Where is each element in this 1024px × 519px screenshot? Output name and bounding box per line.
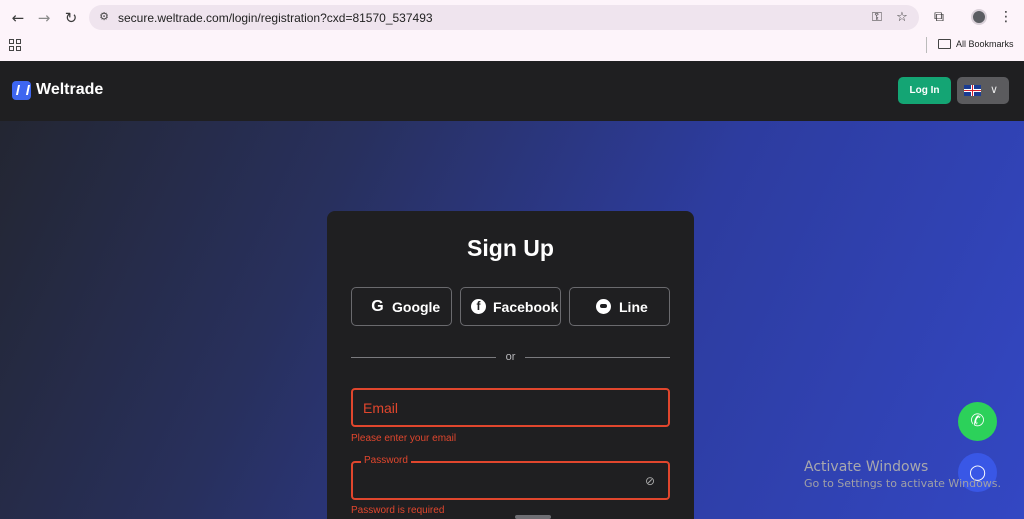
- password-field[interactable]: Password ⊘: [351, 455, 670, 500]
- or-separator: or: [505, 351, 516, 363]
- whatsapp-button[interactable]: ✆: [958, 402, 997, 441]
- whatsapp-icon: ✆: [970, 411, 985, 431]
- weltrade-logo-icon[interactable]: [12, 81, 31, 100]
- facebook-label: Facebook: [493, 299, 559, 315]
- password-label: Password: [361, 455, 411, 466]
- login-button[interactable]: Log In: [898, 77, 951, 104]
- back-icon[interactable]: ←: [8, 8, 28, 28]
- activate-windows-subtitle: Go to Settings to activate Windows.: [804, 477, 1002, 490]
- language-selector[interactable]: ∨: [957, 77, 1009, 104]
- address-bar[interactable]: ⚙ secure.weltrade.com/login/registration…: [89, 5, 919, 30]
- bookmark-star-icon[interactable]: ☆: [894, 10, 910, 26]
- signup-card: Sign Up G Google f Facebook Line or Emai…: [327, 211, 694, 519]
- divider-right: [525, 357, 670, 358]
- profile-avatar[interactable]: [971, 9, 987, 25]
- browser-chrome: ← → ↻ ⚙ secure.weltrade.com/login/regist…: [0, 0, 1024, 61]
- google-label: Google: [392, 299, 441, 315]
- all-bookmarks-link[interactable]: All Bookmarks: [956, 39, 1014, 49]
- eye-off-icon[interactable]: ⊘: [642, 473, 658, 489]
- bookmarks-separator: [926, 37, 927, 53]
- email-field[interactable]: Email: [351, 388, 670, 427]
- email-placeholder: Email: [363, 400, 399, 416]
- folder-icon[interactable]: [938, 39, 951, 49]
- uk-flag-icon: [964, 85, 981, 96]
- password-error: Password is required: [351, 505, 445, 516]
- signup-title: Sign Up: [467, 235, 554, 261]
- site-header: Weltrade Log In ∨: [0, 61, 1024, 121]
- google-icon: G: [371, 298, 384, 315]
- activate-windows-title: Activate Windows: [804, 459, 929, 475]
- google-signup-button[interactable]: G Google: [351, 287, 452, 326]
- line-signup-button[interactable]: Line: [569, 287, 670, 326]
- apps-grid-icon[interactable]: [9, 39, 21, 51]
- forward-icon[interactable]: →: [34, 8, 54, 28]
- email-error: Please enter your email: [351, 433, 457, 444]
- line-icon: [596, 299, 611, 314]
- url-text[interactable]: secure.weltrade.com/login/registration?c…: [118, 11, 433, 25]
- password-key-icon[interactable]: ⚿: [869, 10, 885, 26]
- facebook-icon: f: [471, 299, 486, 314]
- chevron-down-icon: ∨: [990, 83, 999, 96]
- line-label: Line: [619, 299, 648, 315]
- reload-icon[interactable]: ↻: [61, 8, 81, 28]
- brand-name[interactable]: Weltrade: [36, 81, 103, 99]
- facebook-signup-button[interactable]: f Facebook: [460, 287, 561, 326]
- extensions-icon[interactable]: ⧉: [930, 8, 948, 26]
- site-info-icon[interactable]: ⚙: [97, 10, 111, 24]
- divider-left: [351, 357, 496, 358]
- browser-menu-icon[interactable]: ⋮: [997, 8, 1015, 26]
- scroll-indicator: [515, 515, 551, 519]
